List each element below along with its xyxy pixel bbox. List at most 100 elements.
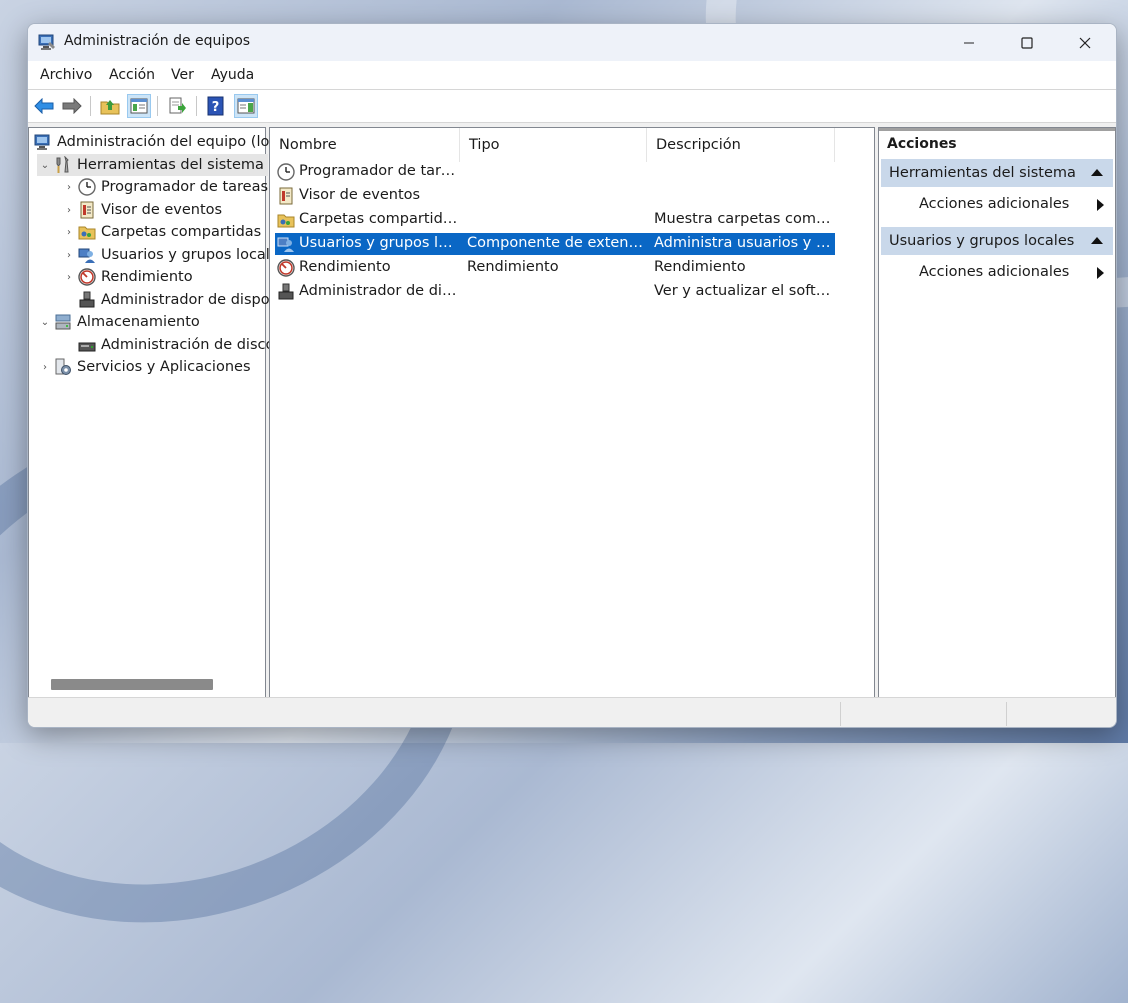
action-label: Acciones adicionales xyxy=(919,264,1070,280)
chevron-right-icon[interactable]: › xyxy=(61,182,77,193)
tree-label: Almacenamiento xyxy=(77,314,200,330)
title-bar: Administración de equipos xyxy=(28,24,1116,61)
maximize-button[interactable] xyxy=(998,24,1056,61)
tree-item-rendimiento[interactable]: › Rendimiento xyxy=(61,266,193,288)
up-level-button[interactable] xyxy=(98,94,122,118)
list-item[interactable]: Programador de tareas xyxy=(275,161,835,183)
export-list-button[interactable] xyxy=(166,94,190,118)
tree-item-visor[interactable]: › Visor de eventos xyxy=(61,199,222,221)
performance-icon xyxy=(277,259,295,277)
cell-tipo: Componente de extensión xyxy=(467,235,647,251)
cell-tipo: Rendimiento xyxy=(467,259,559,275)
export-list-icon xyxy=(169,97,186,114)
forward-button[interactable] xyxy=(60,94,84,118)
action-acciones-adicionales[interactable]: Acciones adicionales xyxy=(919,264,1104,280)
computer-management-icon xyxy=(33,133,53,151)
chevron-down-icon[interactable]: ⌄ xyxy=(37,317,53,328)
tree-root[interactable]: Administración del equipo (loca xyxy=(33,131,286,153)
toolbar-separator xyxy=(196,96,197,116)
column-header-descripcion[interactable]: Descripción xyxy=(647,128,835,162)
cell-nombre: Visor de eventos xyxy=(299,187,421,203)
column-header-nombre[interactable]: Nombre xyxy=(270,128,460,162)
chevron-right-icon[interactable]: › xyxy=(61,272,77,283)
horizontal-scrollbar[interactable] xyxy=(51,679,213,690)
back-button[interactable] xyxy=(32,94,56,118)
console-tree: Administración del equipo (loca ⌄ Herram… xyxy=(28,127,286,699)
menu-bar: Archivo Acción Ver Ayuda xyxy=(28,61,1116,89)
actions-title: Acciones xyxy=(879,128,1115,156)
forward-arrow-icon xyxy=(62,98,82,114)
show-hide-tree-icon xyxy=(130,98,148,114)
menu-ver[interactable]: Ver xyxy=(171,67,194,83)
cell-nombre: Administrador de disp... xyxy=(299,283,459,299)
show-hide-action-pane-icon xyxy=(237,98,255,114)
users-icon xyxy=(77,246,97,264)
close-icon xyxy=(1079,37,1091,48)
chevron-right-icon[interactable]: › xyxy=(37,362,53,373)
actions-section-usuarios[interactable]: Usuarios y grupos locales xyxy=(881,227,1113,255)
menu-ayuda[interactable]: Ayuda xyxy=(211,67,254,83)
help-icon: ? xyxy=(207,96,224,116)
column-header-tipo[interactable]: Tipo xyxy=(460,128,647,162)
shared-folder-icon xyxy=(77,223,97,241)
event-viewer-icon xyxy=(277,187,295,205)
clock-icon xyxy=(277,163,295,181)
menu-accion[interactable]: Acción xyxy=(109,67,155,83)
list-item-selected[interactable]: Usuarios y grupos loca... Componente de … xyxy=(275,233,835,255)
tree-item-administrador-dispositivos[interactable]: Administrador de dispos xyxy=(61,289,277,311)
maximize-icon xyxy=(1021,36,1033,49)
users-icon xyxy=(277,235,295,253)
collapse-up-icon[interactable] xyxy=(1091,169,1103,176)
list-item[interactable]: Carpetas compartidas Muestra carpetas co… xyxy=(275,209,835,231)
clock-icon xyxy=(77,178,97,196)
storage-icon xyxy=(53,313,73,331)
cell-nombre: Usuarios y grupos loca... xyxy=(299,235,459,251)
svg-text:?: ? xyxy=(212,100,220,115)
action-acciones-adicionales[interactable]: Acciones adicionales xyxy=(919,196,1104,212)
tree-item-almacenamiento[interactable]: ⌄ Almacenamiento xyxy=(37,311,200,333)
tree-item-herramientas[interactable]: ⌄ Herramientas del sistema xyxy=(37,154,268,176)
tree-item-usuarios[interactable]: › Usuarios y grupos locale xyxy=(61,244,279,266)
device-manager-icon xyxy=(277,283,295,301)
device-manager-icon xyxy=(77,291,97,309)
list-item[interactable]: Rendimiento Rendimiento Rendimiento xyxy=(275,257,835,279)
action-label: Acciones adicionales xyxy=(919,196,1070,212)
menu-archivo[interactable]: Archivo xyxy=(40,67,92,83)
list-item[interactable]: Administrador de disp... Ver y actualiza… xyxy=(275,281,835,303)
tree-item-administracion-discos[interactable]: Administración de disco xyxy=(61,334,274,356)
help-button[interactable]: ? xyxy=(204,94,228,118)
collapse-up-icon[interactable] xyxy=(1091,237,1103,244)
tree-label: Rendimiento xyxy=(101,269,193,285)
chevron-right-icon[interactable]: › xyxy=(61,227,77,238)
computer-management-window: Administración de equipos Archivo Acción… xyxy=(27,23,1117,728)
event-viewer-icon xyxy=(77,201,97,219)
cell-descripcion: Muestra carpetas compa... xyxy=(654,211,832,227)
cell-nombre: Rendimiento xyxy=(299,259,391,275)
chevron-right-icon[interactable]: › xyxy=(61,205,77,216)
list-item[interactable]: Visor de eventos xyxy=(275,185,835,207)
tree-item-servicios[interactable]: › Servicios y Aplicaciones xyxy=(37,356,251,378)
window-title: Administración de equipos xyxy=(64,33,251,49)
minimize-button[interactable] xyxy=(940,24,998,61)
chevron-right-icon[interactable]: › xyxy=(61,250,77,261)
services-icon xyxy=(53,358,73,376)
tree-label: Servicios y Aplicaciones xyxy=(77,359,251,375)
cell-descripcion: Rendimiento xyxy=(654,259,746,275)
show-hide-tree-button[interactable] xyxy=(127,94,151,118)
cell-descripcion: Ver y actualizar el softwar... xyxy=(654,283,832,299)
status-bar xyxy=(28,697,1116,727)
tree-label: Carpetas compartidas xyxy=(101,224,262,240)
show-hide-action-pane-button[interactable] xyxy=(234,94,258,118)
status-separator xyxy=(1006,702,1007,726)
tree-item-carpetas[interactable]: › Carpetas compartidas xyxy=(61,221,261,243)
tree-item-programador[interactable]: › Programador de tareas xyxy=(61,176,268,198)
submenu-arrow-icon xyxy=(1097,267,1104,279)
tree-label: Administración del equipo (loca xyxy=(57,134,287,150)
results-list: Nombre Tipo Descripción Programador de t… xyxy=(269,127,875,699)
close-button[interactable] xyxy=(1056,24,1114,61)
actions-section-herramientas[interactable]: Herramientas del sistema xyxy=(881,159,1113,187)
shared-folder-icon xyxy=(277,211,295,229)
chevron-down-icon[interactable]: ⌄ xyxy=(37,160,53,171)
tree-label: Usuarios y grupos locale xyxy=(101,247,279,263)
up-folder-icon xyxy=(100,100,120,115)
